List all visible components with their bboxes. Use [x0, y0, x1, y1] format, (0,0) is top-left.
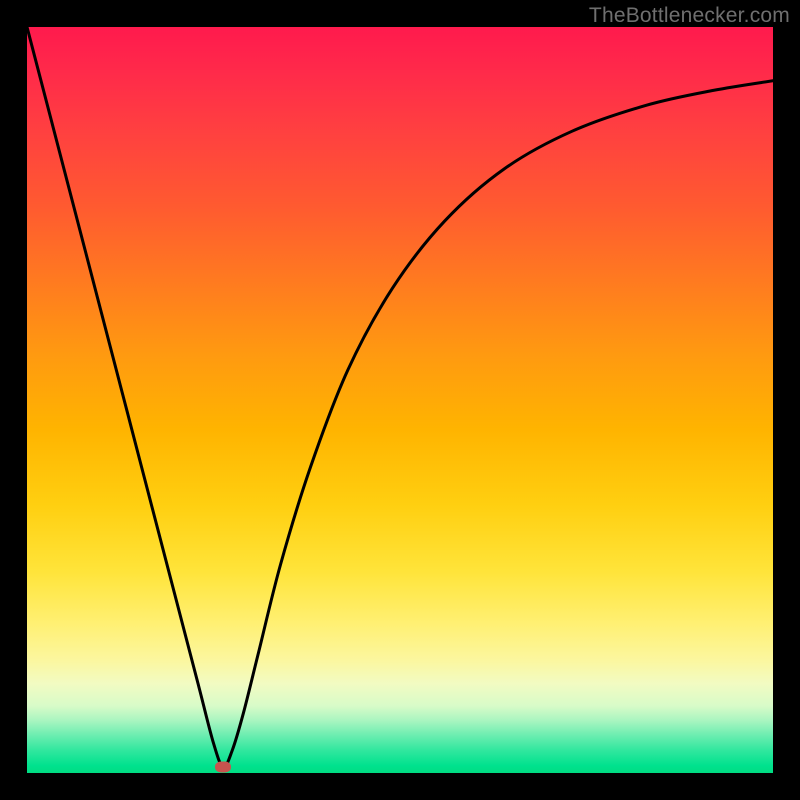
chart-frame: TheBottlenecker.com [0, 0, 800, 800]
curve-svg [27, 27, 773, 773]
watermark-text: TheBottlenecker.com [589, 4, 790, 28]
bottleneck-curve [27, 27, 773, 767]
plot-area [27, 27, 773, 773]
optimal-marker [215, 762, 231, 773]
